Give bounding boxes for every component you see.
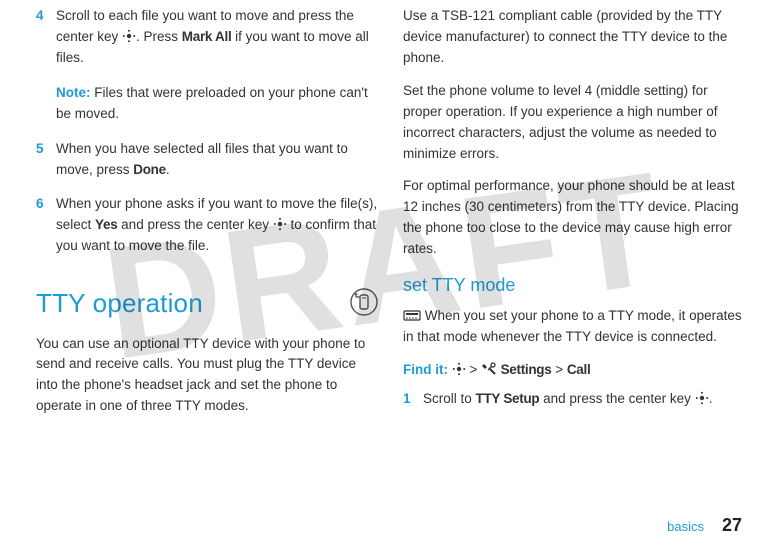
step-6: 6 When your phone asks if you want to mo… xyxy=(36,194,379,257)
paragraph: Use a TSB-121 compliant cable (provided … xyxy=(403,6,746,69)
center-key-icon xyxy=(122,29,136,43)
text: When you set your phone to a TTY mode, i… xyxy=(403,308,742,344)
text: . xyxy=(166,162,170,177)
step-1: 1 Scroll to TTY Setup and press the cent… xyxy=(403,389,746,410)
paragraph: For optimal performance, your phone shou… xyxy=(403,176,746,260)
tty-setup-label: TTY Setup xyxy=(476,391,540,406)
text: . Press xyxy=(136,29,182,44)
step-text: Scroll to each file you want to move and… xyxy=(56,6,379,69)
note-label: Note: xyxy=(56,85,91,100)
text: . xyxy=(709,391,713,406)
note-text: Files that were preloaded on your phone … xyxy=(56,85,368,121)
step-5: 5 When you have selected all files that … xyxy=(36,139,379,181)
step-text: When you have selected all files that yo… xyxy=(56,139,379,181)
page-number: 27 xyxy=(722,515,742,535)
heading-row: TTY operation xyxy=(36,271,379,333)
center-key-icon xyxy=(452,362,466,376)
yes-label: Yes xyxy=(95,217,117,232)
text: and press the center key xyxy=(117,217,272,232)
text: Scroll to xyxy=(423,391,476,406)
note-block: Note: Files that were preloaded on your … xyxy=(56,83,379,125)
step-text: Scroll to TTY Setup and press the center… xyxy=(423,389,746,410)
find-it-line: Find it: > Settings > Call xyxy=(403,360,746,381)
call-label: Call xyxy=(567,362,591,377)
tty-intro-paragraph: You can use an optional TTY device with … xyxy=(36,334,379,418)
step-number: 4 xyxy=(36,6,56,69)
settings-label: Settings xyxy=(497,362,551,377)
page-footer: basics 27 xyxy=(667,515,742,536)
step-number: 1 xyxy=(403,389,423,410)
left-column: 4 Scroll to each file you want to move a… xyxy=(36,6,379,510)
tty-icon xyxy=(403,308,421,322)
text: When you have selected all files that yo… xyxy=(56,141,348,177)
tools-icon xyxy=(481,362,497,376)
page-content: 4 Scroll to each file you want to move a… xyxy=(0,0,770,510)
step-4: 4 Scroll to each file you want to move a… xyxy=(36,6,379,69)
tty-operation-heading: TTY operation xyxy=(36,283,203,323)
text: and press the center key xyxy=(539,391,694,406)
set-tty-mode-heading: set TTY mode xyxy=(403,272,746,300)
step-number: 5 xyxy=(36,139,56,181)
center-key-icon xyxy=(695,391,709,405)
paragraph: Set the phone volume to level 4 (middle … xyxy=(403,81,746,165)
step-number: 6 xyxy=(36,194,56,257)
text: > xyxy=(466,362,481,377)
find-it-label: Find it: xyxy=(403,362,448,377)
done-label: Done xyxy=(133,162,166,177)
accessibility-phone-icon xyxy=(349,287,379,317)
set-tty-intro: When you set your phone to a TTY mode, i… xyxy=(403,306,746,348)
center-key-icon xyxy=(273,217,287,231)
mark-all-label: Mark All xyxy=(182,29,232,44)
text: > xyxy=(551,362,566,377)
right-column: Use a TSB-121 compliant cable (provided … xyxy=(403,6,746,510)
section-label: basics xyxy=(667,519,704,534)
step-text: When your phone asks if you want to move… xyxy=(56,194,379,257)
